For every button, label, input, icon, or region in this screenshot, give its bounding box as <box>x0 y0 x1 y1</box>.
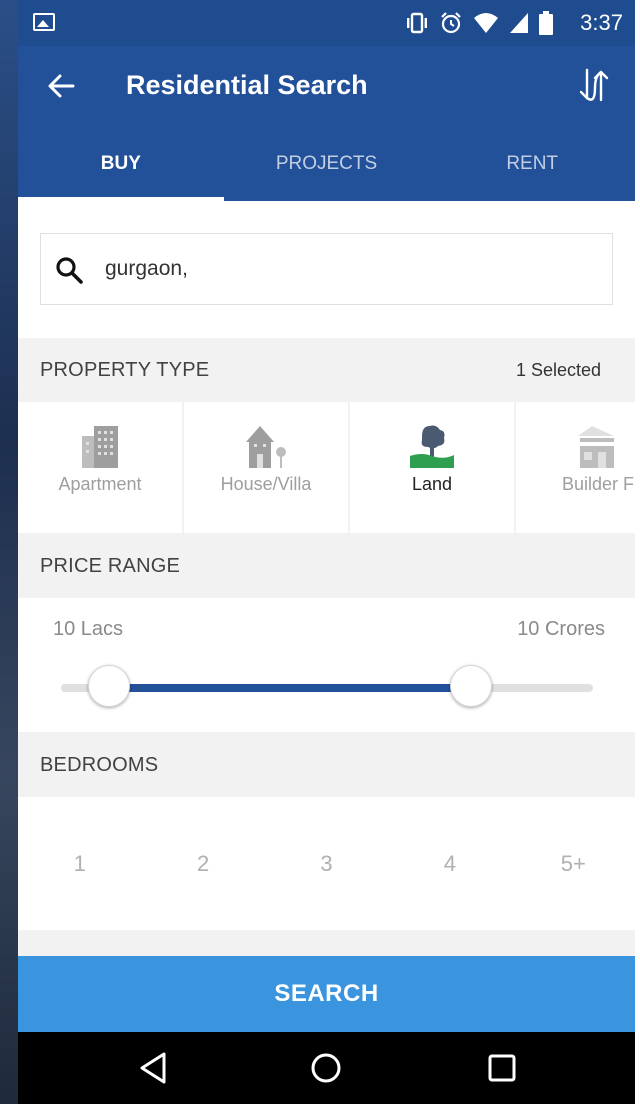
signal-icon <box>510 13 528 33</box>
house-icon <box>246 426 286 468</box>
nav-recents-icon[interactable] <box>488 1054 516 1082</box>
system-navigation-bar <box>18 1032 635 1104</box>
price-range-panel: 10 Lacs 10 Crores <box>18 598 635 732</box>
apartment-icon <box>82 426 118 468</box>
sort-icon <box>579 68 609 102</box>
nav-back-icon[interactable] <box>136 1050 170 1086</box>
search-button[interactable]: SEARCH <box>18 956 635 1032</box>
status-bar: 3:37 <box>18 0 635 46</box>
app-screen: 3:37 Residential Search BUY PROJECTS REN… <box>18 0 635 1104</box>
property-type-label: House/Villa <box>220 474 312 494</box>
property-type-house-villa[interactable]: House/Villa <box>184 402 348 533</box>
background-left-edge <box>0 0 18 1104</box>
bedroom-option-1[interactable]: 1 <box>18 797 141 930</box>
property-type-land[interactable]: Land <box>350 402 514 533</box>
status-icons <box>405 11 553 35</box>
status-time: 3:37 <box>580 10 623 35</box>
nav-home-icon[interactable] <box>310 1052 342 1084</box>
property-type-label: Builder F <box>561 474 635 494</box>
bedroom-option-3[interactable]: 3 <box>265 797 388 930</box>
property-type-header: PROPERTY TYPE 1 Selected <box>18 338 635 402</box>
tab-rent[interactable]: RENT <box>429 126 635 201</box>
page-title: Residential Search <box>126 70 368 100</box>
sort-button[interactable] <box>573 64 615 106</box>
price-range-heading: PRICE RANGE <box>40 555 181 577</box>
price-max-handle[interactable] <box>449 665 492 707</box>
background-right-edge <box>635 0 640 1104</box>
vibrate-icon <box>407 12 427 34</box>
app-bar: Residential Search <box>18 46 635 126</box>
property-type-label: Land <box>411 474 453 494</box>
tab-bar: BUY PROJECTS RENT <box>18 126 635 201</box>
price-slider-range-fill <box>108 684 471 692</box>
search-section <box>18 201 635 338</box>
tab-buy[interactable]: BUY <box>18 126 224 201</box>
price-range-header: PRICE RANGE <box>18 534 635 598</box>
alarm-icon <box>441 12 461 34</box>
bedrooms-header: BEDROOMS <box>18 733 635 797</box>
search-box[interactable] <box>40 233 613 305</box>
tab-projects[interactable]: PROJECTS <box>224 126 430 201</box>
arrow-left-icon <box>48 74 75 98</box>
search-input[interactable] <box>105 252 585 286</box>
bedroom-option-4[interactable]: 4 <box>388 797 511 930</box>
bedrooms-heading: BEDROOMS <box>40 754 159 776</box>
property-type-apartment[interactable]: Apartment <box>18 402 182 533</box>
builder-floor-icon <box>578 426 614 468</box>
price-min-label: 10 Lacs <box>53 618 124 640</box>
price-max-label: 10 Crores <box>517 618 605 640</box>
bedroom-option-5-plus[interactable]: 5+ <box>512 797 635 930</box>
back-button[interactable] <box>46 68 76 104</box>
property-type-label: Apartment <box>58 474 142 494</box>
price-min-handle[interactable] <box>87 665 130 707</box>
bedrooms-options: 1 2 3 4 5+ <box>18 797 635 930</box>
search-icon <box>56 257 83 284</box>
bedroom-option-2[interactable]: 2 <box>141 797 264 930</box>
wifi-icon <box>474 13 498 33</box>
property-type-builder-floor[interactable]: Builder F <box>516 402 635 533</box>
selected-count: 1 Selected <box>515 360 601 380</box>
property-type-list: Apartment House/Villa Land Builder F <box>18 402 635 533</box>
land-icon <box>410 425 454 468</box>
image-icon <box>33 13 55 31</box>
property-type-heading: PROPERTY TYPE <box>40 359 210 381</box>
battery-icon <box>539 11 553 35</box>
